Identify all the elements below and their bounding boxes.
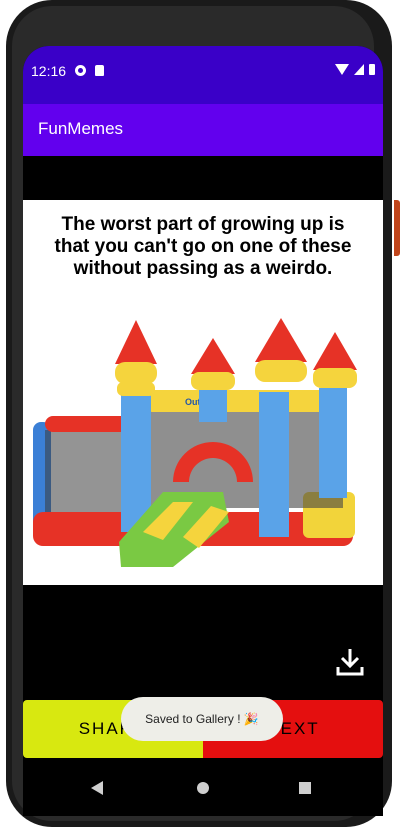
- meme-caption: The worst part of growing up is that you…: [54, 214, 352, 279]
- toast: Saved to Gallery ! 🎉: [121, 697, 283, 741]
- status-time: 12:16: [31, 63, 67, 79]
- app-bar: FunMemes: [23, 104, 383, 156]
- download-icon[interactable]: [335, 646, 365, 678]
- meme-image: The worst part of growing up is that you…: [23, 200, 383, 585]
- recents-icon[interactable]: [299, 782, 311, 794]
- navigation-bar: [23, 762, 383, 816]
- wifi-icon: [335, 64, 349, 75]
- back-icon[interactable]: [91, 781, 103, 795]
- battery-icon: [369, 64, 375, 75]
- sd-card-icon: [95, 65, 104, 76]
- notification-icon: [75, 65, 86, 76]
- status-bar: 12:16: [23, 46, 383, 104]
- screen: 12:16 FunMemes The worst part of growing…: [23, 46, 383, 816]
- home-icon[interactable]: [197, 782, 209, 794]
- bouncy-castle-image: Outsunny: [33, 318, 357, 567]
- signal-icon: [354, 64, 364, 75]
- status-icons: [335, 64, 375, 75]
- app-title: FunMemes: [38, 119, 124, 138]
- power-button: [394, 200, 400, 256]
